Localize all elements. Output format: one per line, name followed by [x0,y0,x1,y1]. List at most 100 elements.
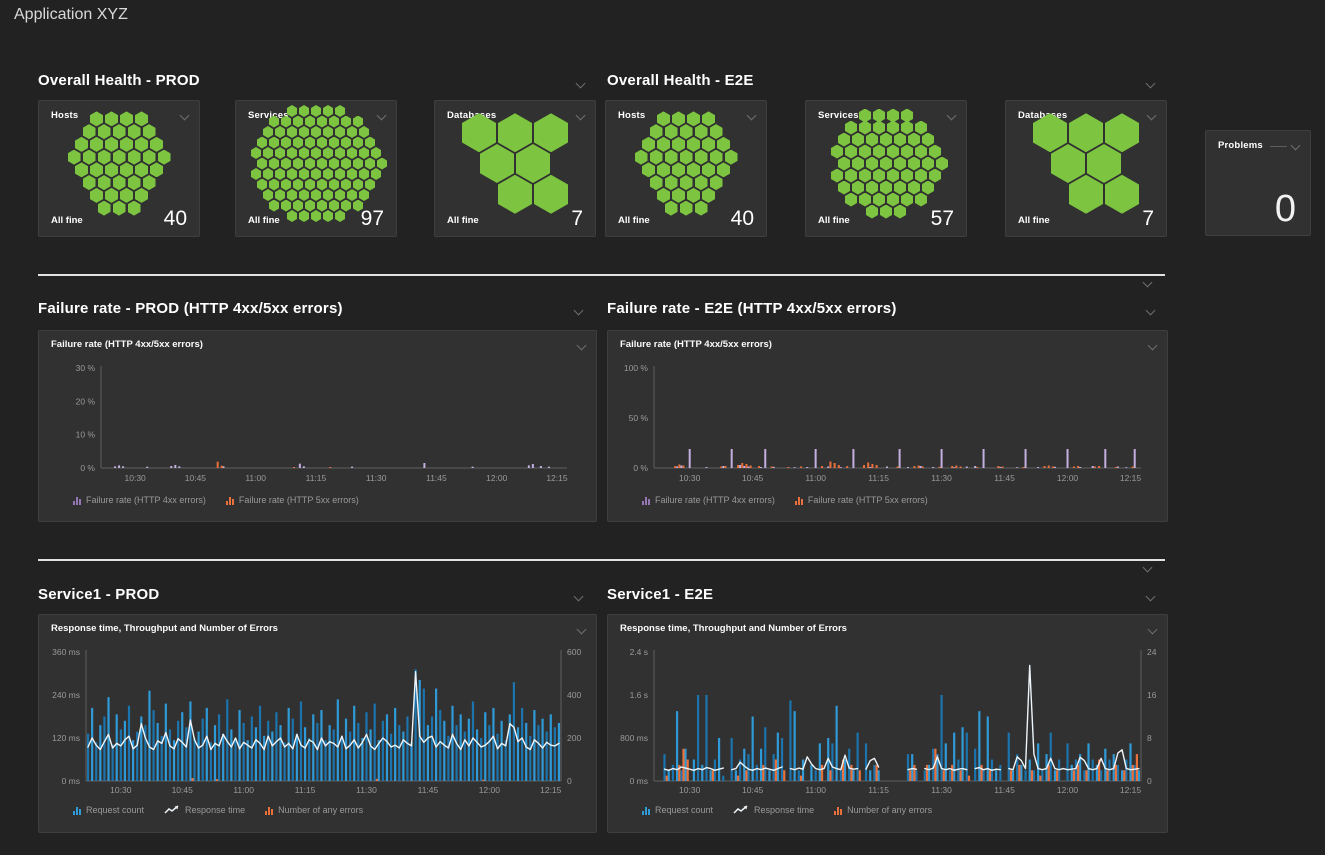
healthy-hexagon [269,200,279,212]
chevron-down-icon[interactable] [574,306,584,316]
problems-tile[interactable]: Problems 0 [1205,130,1311,236]
svg-text:11:45: 11:45 [994,785,1015,795]
health-tile-prod-hosts[interactable]: HostsAll fine40 [38,100,200,237]
healthy-hexagon [98,201,111,216]
legend-label: Failure rate (HTTP 5xx errors) [808,495,928,505]
honeycomb-health-visual [39,117,199,210]
healthy-hexagon [880,205,892,219]
healthy-hexagon [365,158,375,170]
chevron-down-icon[interactable] [1148,625,1158,635]
chevron-down-icon[interactable] [1291,141,1301,151]
chevron-down-icon[interactable] [1143,563,1153,573]
svg-text:11:15: 11:15 [868,473,889,483]
svg-text:12:00: 12:00 [479,785,501,795]
svg-text:12:00: 12:00 [1057,785,1079,795]
svg-text:16: 16 [1147,690,1157,700]
bar-series-icon [834,807,842,815]
health-tile-prod-databases[interactable]: DatabasesAll fine7 [434,100,596,237]
chart-legend: Request count Response time Number of any … [73,805,363,815]
dashboard: Application XYZ Overall Health - PROD Ov… [0,0,1325,855]
chart-tile-failure_e2e[interactable]: Failure rate (HTTP 4xx/5xx errors)0 %50 … [607,330,1168,522]
healthy-hexagon [269,158,279,170]
section-title-overall-health-e2e: Overall Health - E2E [607,72,754,89]
chart-title: Response time, Throughput and Number of … [51,623,278,634]
health-status-label: All fine [818,215,850,226]
healthy-hexagon [922,157,934,171]
chevron-down-icon[interactable] [1146,79,1156,89]
chart-title: Failure rate (HTTP 4xx/5xx errors) [51,339,203,350]
chevron-down-icon[interactable] [577,625,587,635]
svg-text:100 %: 100 % [624,363,649,373]
entity-count: 40 [164,207,187,231]
legend-item[interactable]: Failure rate (HTTP 5xx errors) [795,495,928,505]
legend-label: Failure rate (HTTP 4xx errors) [655,495,775,505]
chevron-down-icon[interactable] [1146,592,1156,602]
health-status-label: All fine [248,215,280,226]
health-tile-e2e-hosts[interactable]: HostsAll fine40 [605,100,767,237]
healthy-hexagon [866,157,878,171]
problems-tile-title: Problems [1218,140,1263,151]
health-tile-prod-services[interactable]: ServicesAll fine97 [235,100,397,237]
line-series-icon [164,805,180,815]
healthy-hexagon [293,158,303,170]
entity-count: 7 [1142,207,1154,231]
legend-item[interactable]: Failure rate (HTTP 5xx errors) [226,495,359,505]
chevron-down-icon[interactable] [576,79,586,89]
sparkline-placeholder [1270,146,1287,147]
healthy-hexagon [894,205,906,219]
svg-text:11:00: 11:00 [805,473,826,483]
chevron-down-icon[interactable] [574,592,584,602]
health-tile-e2e-databases[interactable]: DatabasesAll fine7 [1005,100,1167,237]
healthy-hexagon [305,158,315,170]
healthy-hexagon [936,157,948,171]
healthy-hexagon [299,210,309,222]
chart-tile-service_e2e[interactable]: Response time, Throughput and Number of … [607,614,1168,833]
healthy-hexagon [534,175,568,214]
bar-series-icon [226,497,234,505]
entity-count: 57 [931,207,954,231]
svg-text:11:45: 11:45 [994,473,1015,483]
svg-text:0: 0 [1147,776,1152,786]
svg-text:600: 600 [567,647,581,657]
svg-text:11:00: 11:00 [805,785,826,795]
chevron-down-icon[interactable] [1148,341,1158,351]
healthy-hexagon [257,158,267,170]
healthy-hexagon [281,158,291,170]
health-status-label: All fine [1018,215,1050,226]
chevron-down-icon[interactable] [1143,278,1153,288]
healthy-hexagon [1105,175,1139,214]
svg-text:12:15: 12:15 [546,473,568,483]
svg-text:12:15: 12:15 [540,785,562,795]
chart-tile-service_prod[interactable]: Response time, Throughput and Number of … [38,614,597,833]
health-tile-e2e-services[interactable]: ServicesAll fine57 [805,100,967,237]
chevron-down-icon[interactable] [577,341,587,351]
healthy-hexagon [353,158,363,170]
section-title-failure-e2e: Failure rate - E2E (HTTP 4xx/5xx errors) [607,300,897,317]
legend-item[interactable]: Request count [642,805,713,815]
healthy-hexagon [1069,175,1103,214]
legend-item[interactable]: Response time [164,805,245,815]
line-series-icon [733,805,749,815]
healthy-hexagon [335,210,345,222]
legend-item[interactable]: Request count [73,805,144,815]
svg-text:10:30: 10:30 [110,785,132,795]
healthy-hexagon [128,201,141,216]
legend-item[interactable]: Failure rate (HTTP 4xx errors) [642,495,775,505]
honeycomb-health-visual [236,117,396,210]
bar-series-icon [795,497,803,505]
healthy-hexagon [341,158,351,170]
entity-count: 7 [571,207,583,231]
legend-item[interactable]: Response time [733,805,814,815]
svg-text:11:30: 11:30 [356,785,377,795]
healthy-hexagon [680,201,693,216]
svg-text:12:15: 12:15 [1120,473,1142,483]
legend-item[interactable]: Number of any errors [265,805,363,815]
chart-tile-failure_prod[interactable]: Failure rate (HTTP 4xx/5xx errors)0 %10 … [38,330,597,522]
legend-item[interactable]: Failure rate (HTTP 4xx errors) [73,495,206,505]
svg-text:240 ms: 240 ms [52,690,80,700]
legend-item[interactable]: Number of any errors [834,805,932,815]
svg-text:1.6 s: 1.6 s [630,690,648,700]
healthy-hexagon [323,210,333,222]
chevron-down-icon[interactable] [1146,306,1156,316]
problems-count: 0 [1275,188,1296,231]
